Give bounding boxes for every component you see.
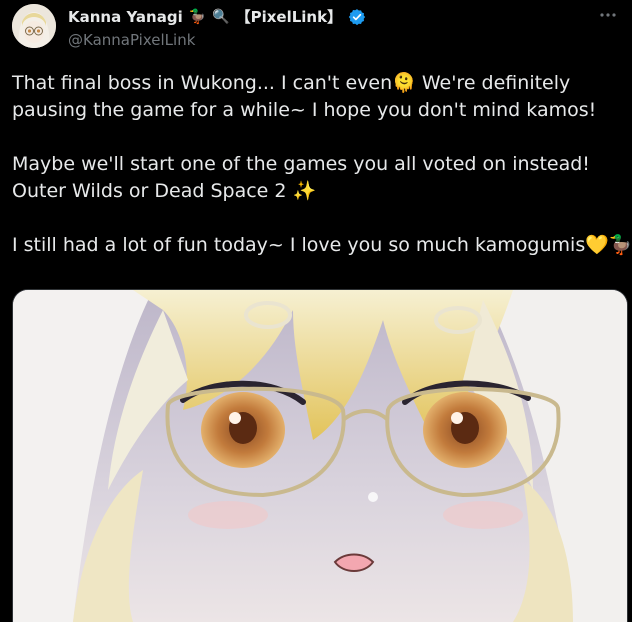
tweet-line-5: I still had a lot of fun today~ I love y…: [12, 234, 632, 256]
author-name[interactable]: Kanna Yanagi: [68, 8, 183, 26]
avatar[interactable]: [12, 4, 56, 48]
tweet-text: That final boss in Wukong... I can't eve…: [12, 70, 632, 286]
verified-badge-icon: [348, 8, 366, 25]
duck-emoji: 🦆: [188, 8, 207, 25]
tweet-line-3: Maybe we'll start one of the games you a…: [12, 153, 590, 175]
tweet-line-2: pausing the game for a while~ I hope you…: [12, 99, 597, 121]
tweet-media-image[interactable]: [12, 289, 628, 622]
author-name-row[interactable]: Kanna Yanagi 🦆 🔍 【PixelLink】: [68, 6, 366, 27]
anime-girl-illustration: [13, 290, 627, 622]
avatar-image: [12, 4, 56, 48]
tweet-line-4: Outer Wilds or Dead Space 2 ✨: [12, 180, 317, 202]
tweet-line-1: That final boss in Wukong... I can't eve…: [12, 72, 571, 94]
magnifier-emoji: 🔍: [212, 8, 230, 25]
author-handle[interactable]: @KannaPixelLink: [68, 31, 195, 49]
more-options-icon[interactable]: [598, 8, 618, 22]
author-badge-text: 【PixelLink】: [235, 8, 343, 26]
